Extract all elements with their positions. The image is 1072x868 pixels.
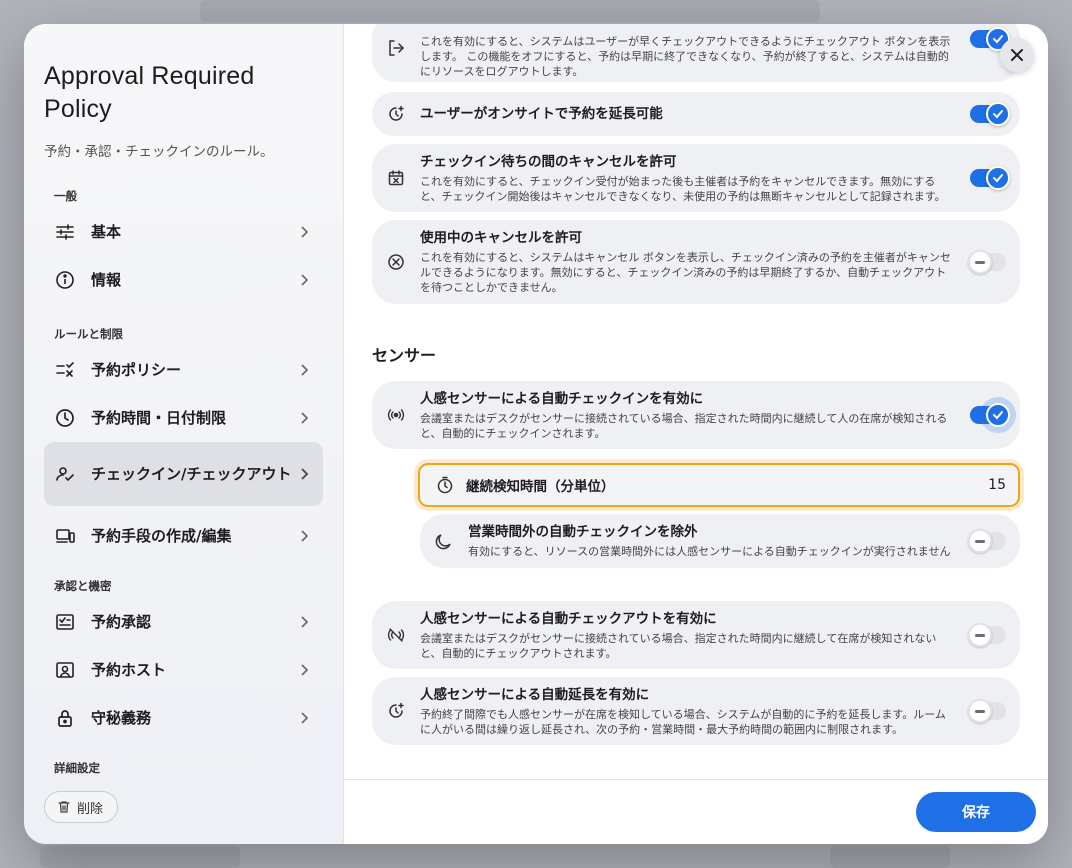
setting-description: 予約終了間際でも人感センサーが在席を検知している場合、システムが自動的に予約を延… xyxy=(420,707,946,736)
sensor-off-icon xyxy=(386,625,406,645)
trash-icon xyxy=(57,800,71,814)
chevron-right-icon xyxy=(299,615,309,629)
approval-icon xyxy=(54,611,76,633)
devices-icon xyxy=(54,525,76,547)
setting-cancel-in-use: 使用中のキャンセルを許可 これを有効にすると、システムはキャンセル ボタンを表示… xyxy=(372,220,1020,304)
section-title-sensor: センサー xyxy=(372,346,437,365)
chevron-right-icon xyxy=(299,711,309,725)
chevron-right-icon xyxy=(299,529,309,543)
checklist-icon xyxy=(54,359,76,381)
setting-description: 会議室またはデスクがセンサーに接続されている場合、指定された時間内に継続して在席… xyxy=(420,631,937,660)
setting-description: これを有効にすると、システムはユーザーが早くチェックアウトできるようにチェックア… xyxy=(420,35,951,78)
sensor-icon xyxy=(386,405,406,425)
sidebar-item-label: 予約ホスト xyxy=(91,661,167,679)
detection-duration-value[interactable]: 15 xyxy=(988,477,1006,493)
sliders-icon xyxy=(54,221,76,243)
logout-icon xyxy=(386,38,406,58)
sidebar: Approval Required Policy 予約・承認・チェックインのルー… xyxy=(24,24,344,844)
modal-footer: 保存 xyxy=(344,779,1048,844)
setting-cancel-before-checkin: チェックイン待ちの間のキャンセルを許可 これを有効にすると、チェックイン受付が始… xyxy=(372,144,1020,212)
setting-title: 人感センサーによる自動チェックインを有効に xyxy=(420,390,704,407)
sidebar-item-basic[interactable]: 基本 xyxy=(44,208,323,256)
moon-icon xyxy=(434,531,454,551)
sidebar-item-label: 予約ポリシー xyxy=(91,361,182,379)
toggle-onsite-extend[interactable] xyxy=(970,102,1010,126)
sidebar-item-label: 予約時間・日付制限 xyxy=(91,409,227,427)
calendar-x-icon xyxy=(386,168,406,188)
sidebar-item-checkin-checkout[interactable]: チェックイン/チェックアウト xyxy=(44,442,323,506)
sidebar-item-label: 情報 xyxy=(91,271,122,289)
sidebar-item-info[interactable]: 情報 xyxy=(44,256,323,304)
toggle-cancel-in-use[interactable] xyxy=(968,250,1006,274)
chevron-right-icon xyxy=(299,273,309,287)
toggle-sensor-auto-checkout[interactable] xyxy=(968,623,1006,647)
setting-description: これを有効にすると、システムはキャンセル ボタンを表示し、チェックイン済みの予約… xyxy=(420,251,951,294)
sidebar-item-approval[interactable]: 予約承認 xyxy=(44,598,323,646)
setting-description: 会議室またはデスクがセンサーに接続されている場合、指定された時間内に継続して人の… xyxy=(420,411,948,440)
group-rules: ルールと制限 xyxy=(54,327,123,341)
sidebar-item-host[interactable]: 予約ホスト xyxy=(44,646,323,694)
extend-icon xyxy=(386,701,406,721)
clock-icon xyxy=(54,407,76,429)
sidebar-item-label: 基本 xyxy=(91,223,122,241)
close-button[interactable] xyxy=(1000,38,1034,72)
sidebar-item-label: 予約承認 xyxy=(91,613,152,631)
setting-title: 人感センサーによる自動チェックアウトを有効に xyxy=(420,610,717,627)
setting-exclude-off-hours: 営業時間外の自動チェックインを除外 有効にすると、リソースの営業時間外には人感セ… xyxy=(420,514,1020,568)
toggle-early-checkout[interactable] xyxy=(970,27,1010,51)
delete-label: 削除 xyxy=(77,801,104,817)
settings-panel[interactable]: これを有効にすると、システムはユーザーが早くチェックアウトできるようにチェックア… xyxy=(344,24,1048,844)
chevron-right-icon xyxy=(299,411,309,425)
user-check-icon xyxy=(54,463,76,485)
save-button[interactable]: 保存 xyxy=(916,792,1036,832)
setting-onsite-extend: ユーザーがオンサイトで予約を延長可能 xyxy=(372,92,1020,136)
policy-title: Approval Required Policy xyxy=(44,62,255,123)
detection-duration-label: 継続検知時間（分単位） xyxy=(466,479,615,495)
group-approval: 承認と機密 xyxy=(54,579,112,593)
sidebar-item-label: チェックイン/チェックアウト xyxy=(91,465,292,483)
sidebar-item-time-limits[interactable]: 予約時間・日付制限 xyxy=(44,394,323,442)
setting-title: ユーザーがオンサイトで予約を延長可能 xyxy=(420,106,663,122)
chevron-right-icon xyxy=(299,225,309,239)
policy-modal: Approval Required Policy 予約・承認・チェックインのルー… xyxy=(24,24,1048,844)
toggle-exclude-off-hours[interactable] xyxy=(968,529,1006,553)
circle-x-icon xyxy=(386,252,406,272)
sidebar-item-confidentiality[interactable]: 守秘義務 xyxy=(44,694,323,742)
setting-title: 人感センサーによる自動延長を有効に xyxy=(420,686,650,703)
timer-icon xyxy=(436,476,454,494)
setting-title: 使用中のキャンセルを許可 xyxy=(420,230,582,246)
setting-description: これを有効にすると、チェックイン受付が始まった後も主催者は予約をキャンセルできま… xyxy=(420,174,946,203)
extend-icon xyxy=(386,104,406,124)
host-icon xyxy=(54,659,76,681)
chevron-right-icon xyxy=(299,363,309,377)
setting-title: チェックイン待ちの間のキャンセルを許可 xyxy=(420,153,677,170)
close-icon xyxy=(1010,48,1024,62)
toggle-sensor-auto-extend[interactable] xyxy=(968,699,1006,723)
lock-icon xyxy=(54,707,76,729)
group-general: 一般 xyxy=(54,189,77,203)
setting-description: 有効にすると、リソースの営業時間外には人感センサーによる自動チェックインが実行さ… xyxy=(468,545,951,558)
sidebar-item-create-edit[interactable]: 予約手段の作成/編集 xyxy=(44,512,323,560)
chevron-right-icon xyxy=(299,663,309,677)
detection-duration-input[interactable]: 継続検知時間（分単位） 15 xyxy=(418,463,1020,507)
toggle-sensor-auto-checkin[interactable] xyxy=(970,403,1010,427)
toggle-cancel-before-checkin[interactable] xyxy=(970,166,1010,190)
delete-button[interactable]: 削除 xyxy=(44,791,119,823)
chevron-right-icon xyxy=(299,467,309,481)
setting-early-checkout: これを有効にすると、システムはユーザーが早くチェックアウトできるようにチェックア… xyxy=(372,24,1020,82)
setting-sensor-auto-extend: 人感センサーによる自動延長を有効に 予約終了間際でも人感センサーが在席を検知して… xyxy=(372,677,1020,745)
info-icon xyxy=(54,269,76,291)
setting-sensor-auto-checkout: 人感センサーによる自動チェックアウトを有効に 会議室またはデスクがセンサーに接続… xyxy=(372,601,1020,669)
group-advanced: 詳細設定 xyxy=(54,761,100,775)
setting-sensor-auto-checkin: 人感センサーによる自動チェックインを有効に 会議室またはデスクがセンサーに接続さ… xyxy=(372,381,1020,449)
policy-subtitle: 予約・承認・チェックインのルール。 xyxy=(44,144,274,160)
setting-title: 営業時間外の自動チェックインを除外 xyxy=(468,524,698,540)
sidebar-item-reservation-policy[interactable]: 予約ポリシー xyxy=(44,346,323,394)
sidebar-item-label: 守秘義務 xyxy=(91,709,152,727)
sidebar-item-label: 予約手段の作成/編集 xyxy=(91,527,232,545)
